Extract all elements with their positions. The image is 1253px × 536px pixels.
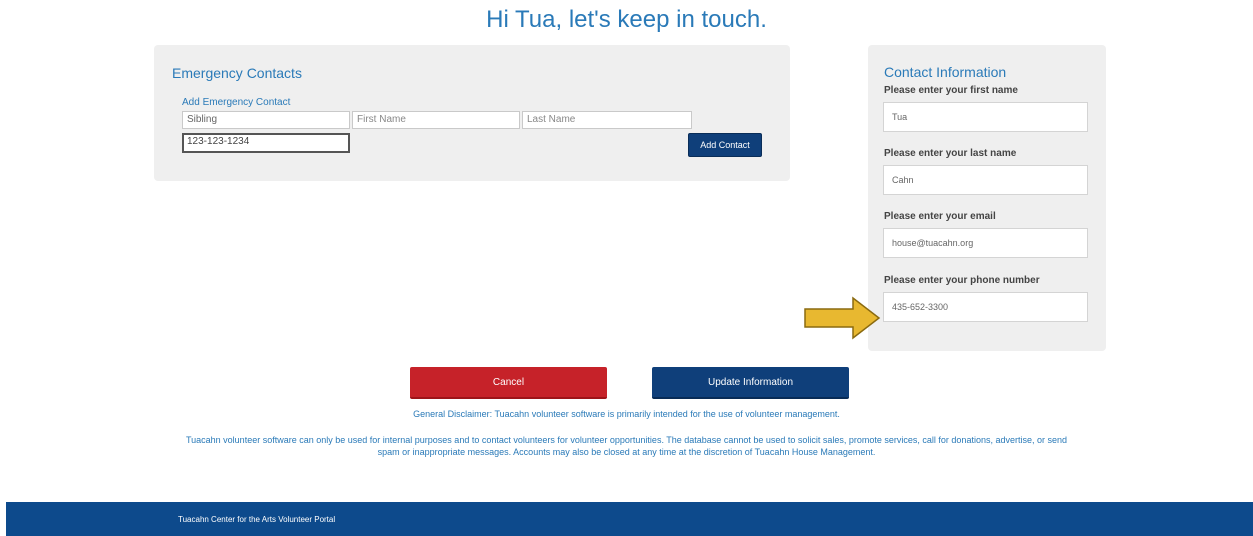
footer-text: Tuacahn Center for the Arts Volunteer Po… [178, 515, 336, 524]
emergency-contacts-title: Emergency Contacts [172, 65, 302, 81]
emergency-first-name-input[interactable]: First Name [352, 111, 520, 129]
contact-information-panel: Contact Information Please enter your fi… [868, 45, 1106, 351]
phone-field[interactable]: 435-652-3300 [883, 292, 1088, 322]
emergency-contacts-panel: Emergency Contacts Add Emergency Contact… [154, 45, 790, 181]
cancel-button[interactable]: Cancel [410, 367, 607, 399]
page-greeting: Hi Tua, let's keep in touch. [486, 6, 767, 33]
first-name-label: Please enter your first name [884, 85, 1018, 96]
usage-disclaimer: Tuacahn volunteer software can only be u… [185, 435, 1067, 457]
first-name-field[interactable]: Tua [883, 102, 1088, 132]
phone-label: Please enter your phone number [884, 275, 1040, 286]
emergency-phone-input[interactable]: 123-123-1234 [182, 133, 350, 153]
add-contact-button[interactable]: Add Contact [688, 133, 762, 157]
email-field[interactable]: house@tuacahn.org [883, 228, 1088, 258]
general-disclaimer: General Disclaimer: Tuacahn volunteer so… [413, 409, 840, 419]
footer-bar: Tuacahn Center for the Arts Volunteer Po… [6, 502, 1253, 536]
add-emergency-contact-link[interactable]: Add Emergency Contact [182, 97, 290, 108]
update-information-button[interactable]: Update Information [652, 367, 849, 399]
last-name-label: Please enter your last name [884, 148, 1017, 159]
relationship-input[interactable]: Sibling [182, 111, 350, 129]
emergency-last-name-input[interactable]: Last Name [522, 111, 692, 129]
contact-information-title: Contact Information [884, 64, 1007, 80]
highlight-arrow-icon [804, 296, 881, 340]
email-label: Please enter your email [884, 211, 996, 222]
last-name-field[interactable]: Cahn [883, 165, 1088, 195]
